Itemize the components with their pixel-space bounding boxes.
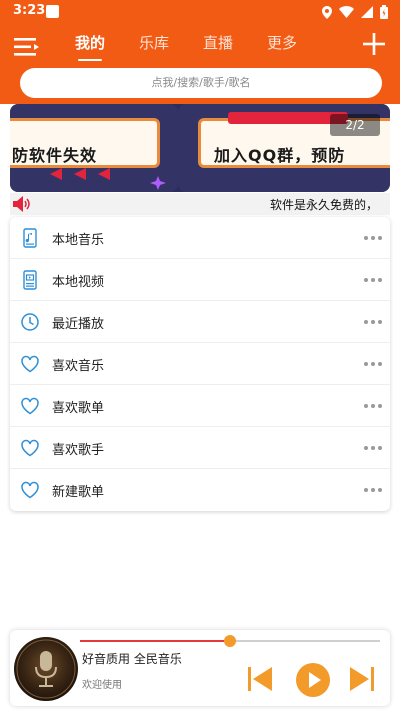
album-art[interactable] (14, 637, 78, 701)
heart-icon (21, 439, 39, 457)
sparkle-icon (150, 176, 166, 190)
promo-banner[interactable]: 防软件失效 加入QQ群，预防 2/2 (10, 104, 390, 192)
more-icon[interactable] (364, 320, 382, 324)
tab-more[interactable]: 更多 (250, 32, 314, 64)
menu-item-liked-playlists[interactable]: 喜欢歌单 (10, 385, 390, 427)
tab-mine[interactable]: 我的 (58, 32, 122, 64)
banner-slide-left-text: 防软件失效 (12, 146, 98, 165)
menu-item-label: 喜欢歌单 (52, 401, 105, 416)
song-subtitle: 欢迎使用 (82, 680, 122, 691)
more-icon[interactable] (364, 278, 382, 282)
menu-item-label: 喜欢音乐 (52, 359, 105, 374)
notice-text: 软件是永久免费的， (269, 198, 378, 212)
heart-icon (21, 397, 39, 415)
tab-bar: 我的 乐库 直播 更多 (58, 32, 314, 64)
more-icon[interactable] (364, 488, 382, 492)
menu-item-label: 本地视频 (52, 275, 105, 290)
heart-icon (21, 481, 39, 499)
banner-page-indicator: 2/2 (330, 114, 380, 136)
menu-item-label: 喜欢歌手 (52, 443, 105, 458)
notification-icon (46, 5, 59, 18)
banner-slide-right-text: 加入QQ群，预防 (214, 146, 346, 165)
more-icon[interactable] (364, 236, 382, 240)
menu-item-label: 最近播放 (52, 317, 105, 332)
menu-item-new-playlist[interactable]: 新建歌单 (10, 469, 390, 511)
tab-live[interactable]: 直播 (186, 32, 250, 64)
play-icon[interactable] (295, 662, 331, 698)
clock-icon (21, 313, 39, 331)
previous-icon[interactable] (246, 665, 274, 693)
notice-bar: 软件是永久免费的， (10, 193, 390, 215)
signal-icon (361, 6, 373, 18)
tab-library[interactable]: 乐库 (122, 32, 186, 64)
menu-item-recent-play[interactable]: 最近播放 (10, 301, 390, 343)
menu-icon[interactable] (14, 36, 40, 58)
heart-icon (21, 355, 39, 373)
menu-item-liked-music[interactable]: 喜欢音乐 (10, 343, 390, 385)
song-title: 好音质用 全民音乐 (82, 652, 182, 666)
battery-icon (380, 5, 388, 19)
microphone-icon (16, 639, 76, 699)
menu-item-local-music[interactable]: 本地音乐 (10, 217, 390, 259)
plus-icon[interactable] (362, 32, 386, 56)
more-icon[interactable] (364, 446, 382, 450)
menu-item-liked-singers[interactable]: 喜欢歌手 (10, 427, 390, 469)
status-icons (322, 4, 388, 20)
status-bar: 3:23 (0, 0, 400, 24)
wifi-icon (339, 6, 354, 18)
progress-bar[interactable] (80, 635, 380, 647)
app-header: 我的 乐库 直播 更多 点我/搜索/歌手/歌名 (0, 24, 400, 104)
menu-item-label: 本地音乐 (52, 233, 105, 248)
my-menu-list: 本地音乐 本地视频 最近播放 喜欢音乐 喜欢歌单 喜欢歌手 新建歌单 (10, 217, 390, 511)
more-icon[interactable] (364, 362, 382, 366)
speaker-icon (13, 196, 30, 212)
status-time: 3:23 (13, 3, 46, 18)
next-icon[interactable] (348, 665, 376, 693)
mini-player[interactable]: 好音质用 全民音乐 欢迎使用 (10, 630, 390, 706)
more-icon[interactable] (364, 404, 382, 408)
music-file-icon (23, 228, 37, 248)
video-file-icon (23, 270, 37, 290)
progress-knob[interactable] (224, 635, 236, 647)
search-input[interactable]: 点我/搜索/歌手/歌名 (20, 68, 382, 98)
location-icon (322, 5, 332, 19)
menu-item-local-video[interactable]: 本地视频 (10, 259, 390, 301)
menu-item-label: 新建歌单 (52, 485, 105, 500)
arrows-icon (50, 168, 110, 180)
